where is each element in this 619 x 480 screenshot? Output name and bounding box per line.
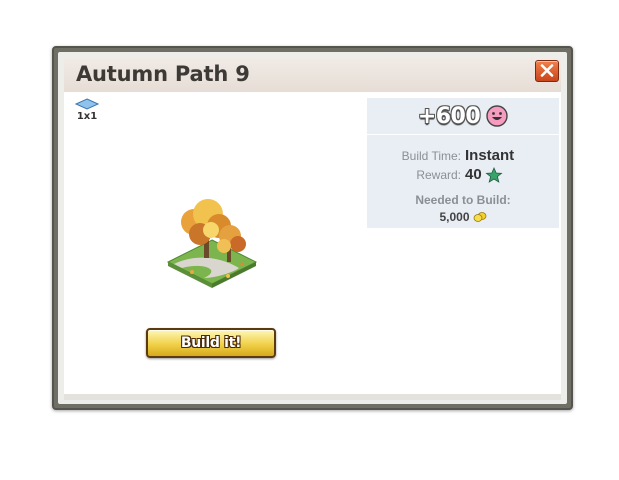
needed-label: Needed to Build: xyxy=(415,193,511,207)
reward-value-wrap: 40 xyxy=(465,166,503,183)
dialog-title: Autumn Path 9 xyxy=(76,62,250,86)
close-icon xyxy=(540,64,554,77)
close-button[interactable] xyxy=(535,60,559,82)
reward-row: Reward: 40 xyxy=(367,166,559,185)
xp-star-icon xyxy=(485,166,503,183)
reward-value: 40 xyxy=(465,166,482,183)
reward-label: Reward: xyxy=(416,168,461,182)
xp-value: +600 xyxy=(417,103,481,129)
coin-icon xyxy=(473,212,486,222)
needed-value-wrap: 5,000 xyxy=(439,210,486,224)
build-time-label: Build Time: xyxy=(401,149,461,163)
dialog-content: 1x1 Build it! +600 Build Time: Instant R… xyxy=(64,92,561,394)
stats: Build Time: Instant Reward: 40 Needed to… xyxy=(367,135,559,226)
item-image xyxy=(166,199,258,288)
xp-box: +600 xyxy=(367,98,559,135)
needed-block: Needed to Build: 5,000 xyxy=(367,193,559,226)
info-panel: +600 Build Time: Instant Reward: 40 Need… xyxy=(367,98,559,228)
size-badge: 1x1 xyxy=(74,98,100,122)
build-dialog: Autumn Path 9 1x1 Build it! +600 Build T… xyxy=(52,46,573,410)
dialog-body: Autumn Path 9 1x1 Build it! +600 Build T… xyxy=(58,52,567,404)
footer-strip xyxy=(64,394,561,400)
tile-icon xyxy=(75,98,99,110)
build-time-row: Build Time: Instant xyxy=(367,147,559,166)
size-label: 1x1 xyxy=(76,111,98,122)
needed-value: 5,000 xyxy=(439,210,470,224)
build-it-label: Build it! xyxy=(180,335,242,351)
build-it-button[interactable]: Build it! xyxy=(146,328,276,358)
pink-smiley-icon xyxy=(486,105,508,127)
title-bar: Autumn Path 9 xyxy=(64,58,561,92)
build-time-value: Instant xyxy=(465,147,515,164)
